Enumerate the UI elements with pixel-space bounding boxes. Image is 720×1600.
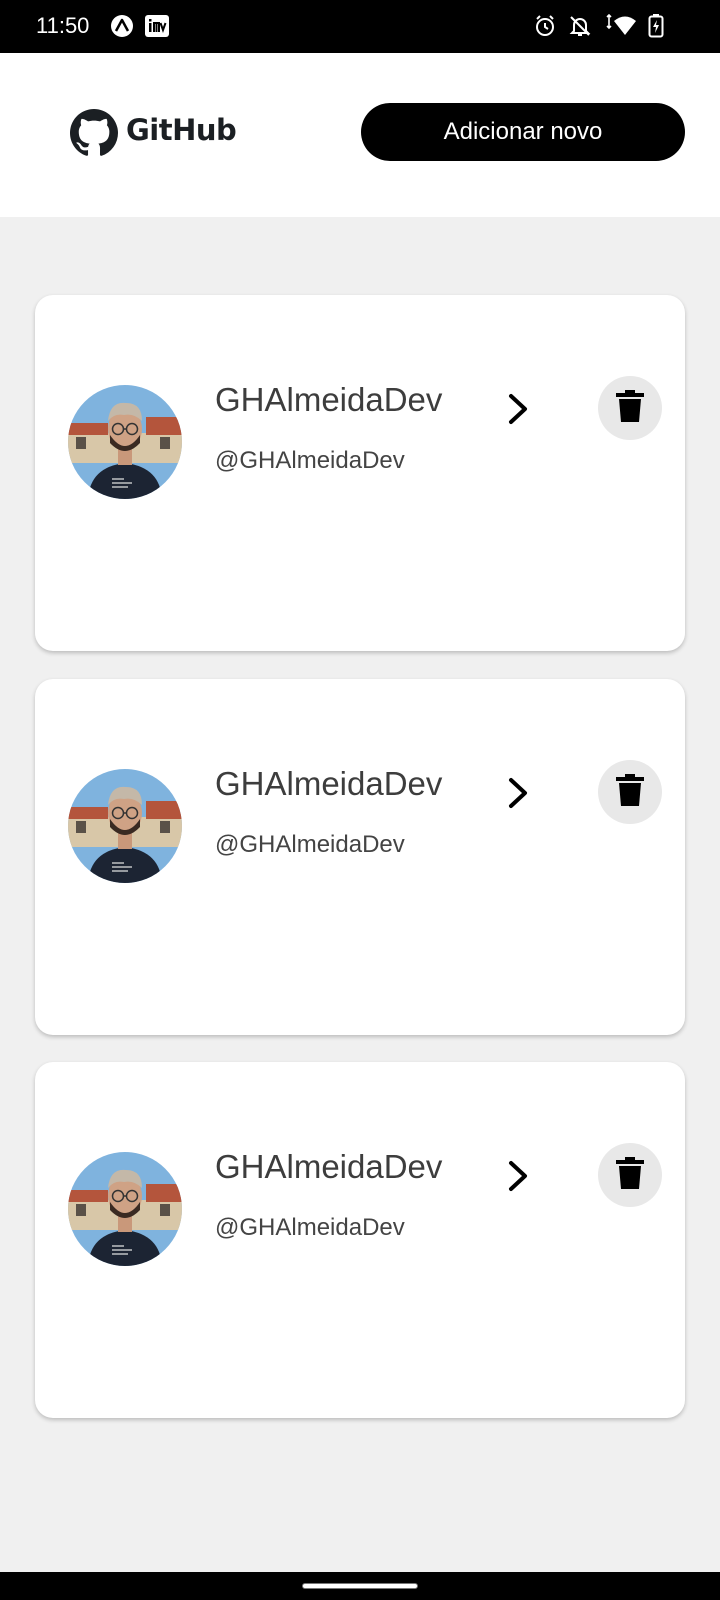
status-time: 11:50 (36, 13, 90, 38)
system-nav-bar (0, 1572, 720, 1600)
user-name: GHAlmeidaDev (215, 765, 443, 802)
user-handle: @GHAlmeidaDev (215, 1214, 405, 1241)
user-card[interactable]: GHAlmeidaDev @GHAlmeidaDev (35, 295, 685, 651)
delete-button[interactable] (598, 376, 662, 440)
trash-icon (616, 773, 644, 811)
github-wordmark: GitHub (126, 113, 237, 147)
app-header: GitHub Adicionar novo (0, 53, 720, 217)
user-name: GHAlmeidaDev (215, 381, 443, 418)
wifi-icon (605, 13, 637, 38)
user-handle: @GHAlmeidaDev (215, 831, 405, 858)
home-gesture-handle[interactable] (302, 1583, 418, 1589)
user-name: GHAlmeidaDev (215, 1148, 443, 1185)
user-handle: @GHAlmeidaDev (215, 447, 405, 474)
expo-icon (111, 15, 133, 37)
add-new-button[interactable]: Adicionar novo (361, 103, 685, 161)
chevron-right-icon[interactable] (503, 1158, 533, 1194)
avatar (68, 769, 182, 883)
chevron-right-icon[interactable] (503, 391, 533, 427)
github-logo-icon (70, 109, 118, 157)
avatar (68, 1152, 182, 1266)
delete-button[interactable] (598, 1143, 662, 1207)
notifications-off-icon (568, 14, 592, 38)
chevron-right-icon[interactable] (503, 775, 533, 811)
status-bar: 11:50 (0, 0, 720, 53)
user-card[interactable]: GHAlmeidaDev @GHAlmeidaDev (35, 1062, 685, 1418)
inv-icon (145, 15, 169, 37)
trash-icon (616, 389, 644, 427)
trash-icon (616, 1156, 644, 1194)
alarm-icon (533, 14, 557, 38)
battery-charging-icon (648, 14, 664, 38)
user-card[interactable]: GHAlmeidaDev @GHAlmeidaDev (35, 679, 685, 1035)
avatar (68, 385, 182, 499)
delete-button[interactable] (598, 760, 662, 824)
